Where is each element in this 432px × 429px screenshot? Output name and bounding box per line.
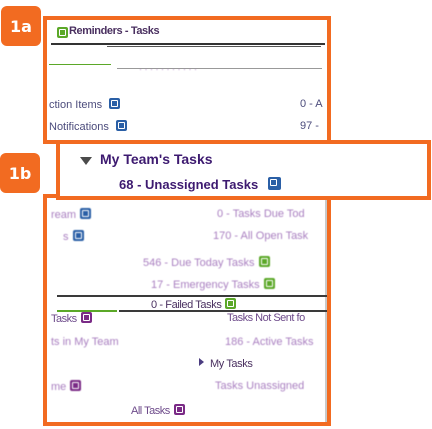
- external-link-icon[interactable]: [72, 230, 84, 241]
- reminders-panel-frame: Reminders - Tasks · · · · · · · · · · · …: [43, 16, 331, 144]
- action-items-row[interactable]: ction Items: [49, 98, 121, 111]
- task-row-left[interactable]: ream: [51, 208, 92, 221]
- my-team-tasks-title[interactable]: My Team's Tasks: [100, 151, 213, 167]
- task-row-left[interactable]: s: [63, 230, 84, 243]
- action-items-value[interactable]: 0 - A: [300, 98, 323, 110]
- my-team-tasks-frame: My Team's Tasks 68 - Unassigned Tasks: [56, 140, 431, 200]
- unassigned-tasks-link[interactable]: 68 - Unassigned Tasks: [119, 177, 281, 192]
- action-items-label: ction Items: [49, 99, 103, 111]
- external-link-icon[interactable]: [173, 404, 185, 415]
- reminder-icon: [57, 27, 68, 38]
- external-link-icon[interactable]: [109, 98, 121, 109]
- external-link-icon[interactable]: [80, 312, 92, 323]
- notifications-value[interactable]: 97 -: [300, 120, 319, 132]
- my-tasks-toggle[interactable]: My Tasks: [199, 358, 253, 370]
- notifications-row[interactable]: Notifications: [49, 120, 127, 133]
- emergency-tasks-link[interactable]: 17 - Emergency Tasks: [151, 278, 275, 291]
- task-row-right[interactable]: Tasks Unassigned: [215, 380, 304, 392]
- unassigned-tasks-label: 68 - Unassigned Tasks: [119, 177, 259, 192]
- expand-triangle-icon[interactable]: [80, 157, 92, 165]
- task-row-left[interactable]: Tasks: [51, 312, 92, 325]
- task-row-left[interactable]: ts in My Team: [51, 336, 119, 348]
- external-link-icon[interactable]: [258, 256, 270, 267]
- collapse-triangle-icon[interactable]: [199, 358, 204, 366]
- task-row-right[interactable]: Tasks Not Sent fo: [227, 312, 305, 324]
- all-tasks-link[interactable]: All Tasks: [131, 404, 185, 417]
- external-link-icon[interactable]: [115, 120, 127, 131]
- task-row-right[interactable]: 0 - Tasks Due Tod: [217, 208, 305, 220]
- task-row-right[interactable]: 186 - Active Tasks: [225, 336, 313, 348]
- callout-badge-1b: 1b: [0, 153, 40, 193]
- notifications-label: Notifications: [49, 121, 109, 133]
- external-link-icon[interactable]: [225, 298, 237, 309]
- reminders-title[interactable]: Reminders - Tasks: [69, 25, 160, 37]
- due-today-tasks-link[interactable]: 546 - Due Today Tasks: [143, 256, 270, 269]
- task-row-right[interactable]: 170 - All Open Task: [213, 230, 308, 242]
- task-row-left[interactable]: me: [51, 380, 82, 393]
- tasks-panel-frame: ream 0 - Tasks Due Tod s 170 - All Open …: [43, 194, 331, 426]
- reminders-header: Reminders - Tasks: [47, 25, 327, 41]
- external-link-icon[interactable]: [263, 278, 275, 289]
- external-link-icon[interactable]: [80, 208, 92, 219]
- external-link-icon[interactable]: [70, 380, 82, 391]
- external-link-icon[interactable]: [267, 177, 281, 190]
- callout-badge-1a: 1a: [1, 6, 41, 46]
